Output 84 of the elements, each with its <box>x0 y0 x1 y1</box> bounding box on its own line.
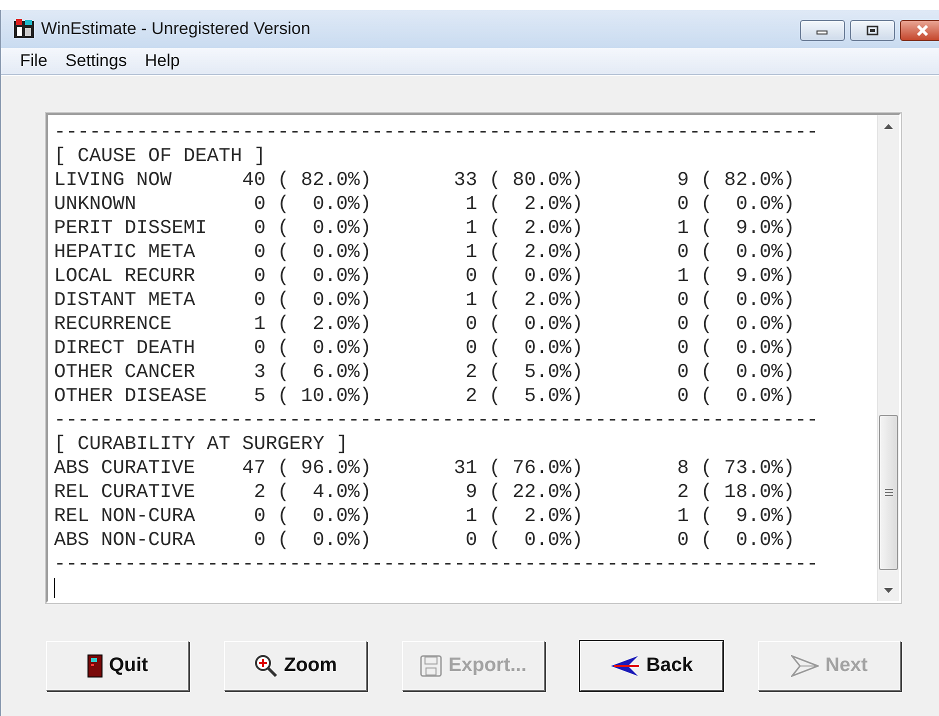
zoom-icon[interactable] <box>254 654 278 678</box>
row-label: REL CURATIVE <box>54 480 196 504</box>
count-value: 40 ( 82.0%) <box>242 168 372 192</box>
menu-item[interactable]: Settings <box>56 48 136 74</box>
door-icon[interactable] <box>87 654 103 678</box>
count-value: 1 ( 2.0%) <box>464 240 584 264</box>
count-value: 0 ( 0.0%) <box>676 240 795 264</box>
count-value: 9 ( 22.0%) <box>464 480 584 504</box>
count-value: 1 ( 2.0%) <box>464 288 584 312</box>
count-value: 0 ( 0.0%) <box>252 288 372 312</box>
text-cursor <box>54 578 55 598</box>
close-button[interactable] <box>900 20 939 41</box>
count-value: 0 ( 0.0%) <box>464 312 584 336</box>
count-value: 1 ( 2.0%) <box>464 504 584 528</box>
count-value: 0 ( 0.0%) <box>252 264 372 288</box>
count-value: 0 ( 0.0%) <box>676 312 795 336</box>
window-title: WinEstimate - Unregistered Version <box>41 18 310 40</box>
divider-line: ----------------------------------------------------------------- <box>54 408 820 432</box>
scroll-down-icon[interactable] <box>884 588 893 592</box>
count-value: 0 ( 0.0%) <box>676 360 795 384</box>
minimize-button[interactable] <box>800 20 845 41</box>
divider-line: ----------------------------------------------------------------- <box>54 552 820 576</box>
row-label: DISTANT META <box>54 288 196 312</box>
count-value: 47 ( 96.0%) <box>242 456 372 480</box>
count-value: 0 ( 0.0%) <box>676 384 795 408</box>
count-value: 1 ( 9.0%) <box>676 504 795 528</box>
app-icon <box>13 18 35 40</box>
count-value: 2 ( 5.0%) <box>464 360 584 384</box>
row-label: OTHER DISEASE <box>54 384 208 408</box>
row-label: UNKNOWN <box>54 192 138 216</box>
row-label: REL NON-CURA <box>54 504 196 528</box>
row-label: DIRECT DEATH <box>54 336 196 360</box>
menu-item[interactable]: Help <box>136 48 189 74</box>
count-value: 0 ( 0.0%) <box>676 336 795 360</box>
row-label: OTHER CANCER <box>54 360 196 384</box>
maximize-button[interactable] <box>850 20 895 41</box>
count-value: 0 ( 0.0%) <box>252 240 372 264</box>
count-value: 0 ( 0.0%) <box>464 264 584 288</box>
row-label: LOCAL RECURR <box>54 264 196 288</box>
row-label: ABS CURATIVE <box>54 456 196 480</box>
count-value: 2 ( 5.0%) <box>464 384 584 408</box>
row-label: RECURRENCE <box>54 312 173 336</box>
count-value: 2 ( 18.0%) <box>676 480 795 504</box>
count-value: 0 ( 0.0%) <box>252 216 372 240</box>
save-icon <box>420 655 442 677</box>
count-value: 0 ( 0.0%) <box>252 336 372 360</box>
count-value: 0 ( 0.0%) <box>252 528 372 552</box>
close-icon[interactable] <box>916 25 929 36</box>
row-label: LIVING NOW <box>54 168 173 192</box>
scroll-up-icon[interactable] <box>884 124 893 128</box>
back-arrow-icon[interactable] <box>610 655 640 677</box>
dialog-button[interactable]: Back <box>580 641 723 691</box>
dialog-button[interactable]: Zoom <box>224 641 367 691</box>
count-value: 0 ( 0.0%) <box>676 192 795 216</box>
count-value: 1 ( 9.0%) <box>676 216 795 240</box>
divider-line: ----------------------------------------------------------------- <box>54 120 820 144</box>
count-value: 1 ( 9.0%) <box>676 264 795 288</box>
row-label: PERIT DISSEMI <box>54 216 208 240</box>
count-value: 31 ( 76.0%) <box>452 456 584 480</box>
count-value: 1 ( 2.0%) <box>464 216 584 240</box>
count-value: 0 ( 0.0%) <box>676 288 795 312</box>
row-label: ABS NON-CURA <box>54 528 196 552</box>
count-value: 1 ( 2.0%) <box>464 192 584 216</box>
count-value: 2 ( 4.0%) <box>252 480 372 504</box>
section-heading: [ CAUSE OF DEATH ] <box>54 144 267 168</box>
scrollbar[interactable] <box>877 115 899 601</box>
menu-item[interactable]: File <box>11 48 56 74</box>
count-value: 33 ( 80.0%) <box>452 168 584 192</box>
count-value: 5 ( 10.0%) <box>252 384 372 408</box>
count-value: 9 ( 82.0%) <box>676 168 795 192</box>
next-arrow-icon <box>791 655 820 677</box>
row-label: HEPATIC META <box>54 240 196 264</box>
count-value: 0 ( 0.0%) <box>464 528 584 552</box>
count-value: 1 ( 2.0%) <box>252 312 372 336</box>
count-value: 0 ( 0.0%) <box>252 504 372 528</box>
count-value: 0 ( 0.0%) <box>252 192 372 216</box>
dialog-button[interactable]: Quit <box>46 641 189 691</box>
scroll-thumb[interactable] <box>879 415 898 570</box>
section-heading: [ CURABILITY AT SURGERY ] <box>54 432 349 456</box>
count-value: 3 ( 6.0%) <box>252 360 372 384</box>
count-value: 0 ( 0.0%) <box>464 336 584 360</box>
count-value: 8 ( 73.0%) <box>676 456 795 480</box>
maximize-icon[interactable] <box>866 25 879 36</box>
count-value: 0 ( 0.0%) <box>676 528 795 552</box>
